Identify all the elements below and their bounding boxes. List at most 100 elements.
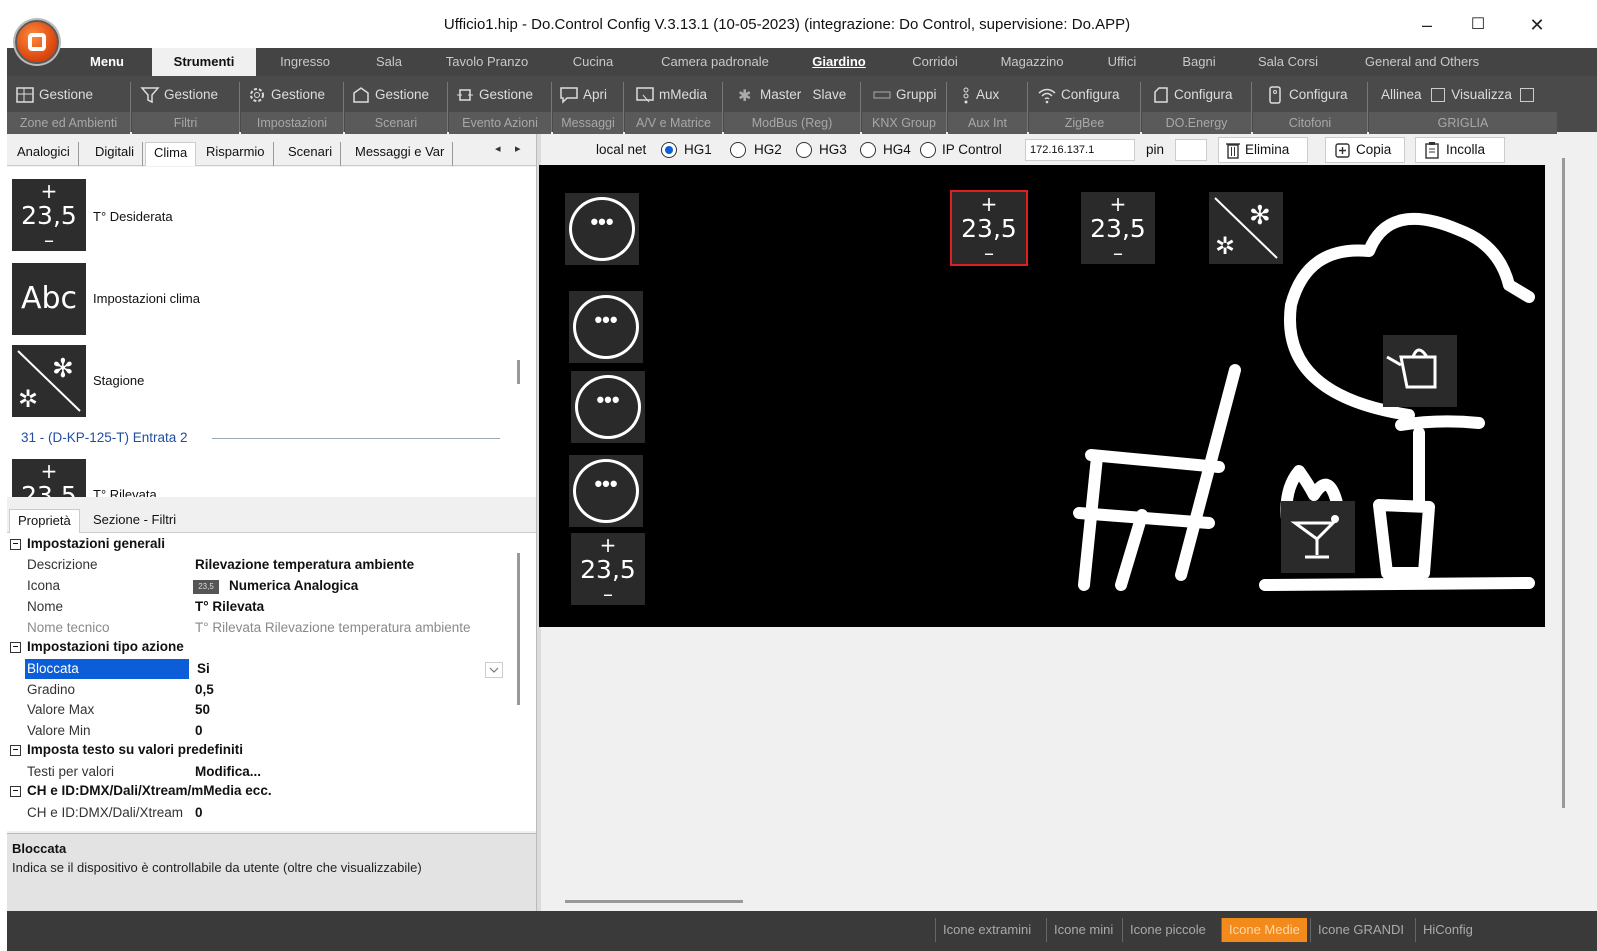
toolbar-group-citofoni[interactable]: Configura Citofoni — [1253, 82, 1368, 134]
status-icone-mini[interactable]: Icone mini — [1046, 918, 1120, 942]
toolbar-group-zone[interactable]: Gestione Zone ed Ambienti — [7, 82, 131, 134]
minimize-button[interactable]: – — [1407, 10, 1447, 40]
prop-nome-tecnico[interactable]: Nome tecnico T° Rilevata Rilevazione temp… — [7, 618, 507, 638]
menu-tab-tavolo-pranzo[interactable]: Tavolo Pranzo — [432, 48, 542, 76]
radio-hg3[interactable] — [796, 142, 812, 158]
section-general[interactable]: – Impostazioni generali — [7, 534, 507, 554]
menu-tab-uffici[interactable]: Uffici — [1092, 48, 1152, 76]
toolbar-group-evento[interactable]: Gestione Evento Azioni — [449, 82, 552, 134]
toolbar-group-griglia[interactable]: Allinea Visualizza GRIGLIA — [1369, 82, 1557, 134]
tab-risparmio[interactable]: Risparmio — [198, 142, 274, 166]
canvas-temp-tile[interactable]: + 23,5 – — [571, 533, 645, 605]
allinea-checkbox[interactable] — [1431, 88, 1446, 103]
menu-tab-ingresso[interactable]: Ingresso — [265, 48, 345, 76]
prop-ch-id[interactable]: CH e ID:DMX/Dali/Xtream 0 — [7, 803, 507, 823]
canvas-dots-button[interactable]: ••• — [571, 371, 645, 443]
tab-messaggi-var[interactable]: Messaggi e Var — [347, 142, 454, 166]
toolbar-group-filtri[interactable]: Gestione Filtri — [132, 82, 240, 134]
canvas-dots-button[interactable]: ••• — [565, 193, 639, 265]
menu-tab-magazzino[interactable]: Magazzino — [987, 48, 1077, 76]
status-icone-medie[interactable]: Icone Medie — [1221, 918, 1307, 942]
prop-nome[interactable]: Nome T° Rilevata — [7, 597, 507, 617]
toolbar-group-knx[interactable]: Gruppi KNX Group — [862, 82, 947, 134]
canvas-vscrollbar[interactable] — [1562, 158, 1565, 808]
watering-can-icon[interactable] — [1383, 335, 1457, 407]
visualizza-checkbox[interactable] — [1519, 88, 1534, 103]
palette-scrollbar[interactable] — [517, 360, 520, 384]
toolbar-group-modbus[interactable]: ✱ Master Slave ModBus (Reg) — [724, 82, 861, 134]
menu-tab-strumenti[interactable]: Strumenti — [152, 48, 256, 78]
season-icon[interactable]: ✻ ✲ — [1209, 192, 1283, 264]
toolbar-allinea[interactable]: Allinea — [1381, 87, 1422, 102]
menu-tab-corridoi[interactable]: Corridoi — [895, 48, 975, 76]
menu-tab-cucina[interactable]: Cucina — [557, 48, 629, 76]
canvas-dots-button[interactable]: ••• — [569, 455, 643, 527]
menu-tab-bagni[interactable]: Bagni — [1167, 48, 1231, 76]
prop-valore-max[interactable]: Valore Max 50 — [7, 700, 507, 720]
tab-scroll-right-icon[interactable]: ▸ — [515, 142, 521, 155]
tab-scroll-left-icon[interactable]: ◂ — [495, 142, 501, 155]
radio-hg4[interactable] — [860, 142, 876, 158]
canvas-dots-button[interactable]: ••• — [569, 291, 643, 363]
season-icon[interactable]: ✻ ✲ — [12, 345, 86, 417]
more-icon: ••• — [569, 197, 635, 261]
radio-hg1[interactable] — [661, 142, 677, 158]
icon-tile-measured-temp[interactable]: + 23,5 — [12, 459, 86, 497]
tab-clima[interactable]: Clima — [145, 142, 197, 166]
icon-tile-desired-temp[interactable]: + 23,5 – — [12, 179, 86, 251]
canvas-temp-tile[interactable]: + 23,5 – — [1081, 192, 1155, 264]
property-scrollbar[interactable] — [517, 553, 520, 705]
prop-descrizione[interactable]: Descrizione Rilevazione temperatura ambie… — [7, 555, 507, 575]
canvas-hscrollbar[interactable] — [565, 900, 743, 903]
canvas-temp-tile-selected[interactable]: + 23,5 – — [950, 190, 1028, 266]
prop-bloccata[interactable]: Bloccata Si — [7, 659, 507, 679]
prop-testi[interactable]: Testi per valori Modifica... — [7, 762, 507, 782]
menu-tab-camera-padronale[interactable]: Camera padronale — [645, 48, 785, 76]
close-button[interactable]: ✕ — [1517, 10, 1557, 40]
design-canvas[interactable]: ••• ••• ••• ••• + 23,5 – + 23,5 – + 23,5… — [539, 165, 1545, 627]
tab-analogici[interactable]: Analogici — [9, 142, 79, 166]
menu-tab-general-others[interactable]: General and Others — [1347, 48, 1497, 76]
status-icone-piccole[interactable]: Icone piccole — [1122, 918, 1213, 942]
toolbar-griglia-caption: GRIGLIA — [1369, 112, 1557, 134]
prop-gradino[interactable]: Gradino 0,5 — [7, 680, 507, 700]
toolbar-modbus-master[interactable]: Master — [760, 87, 801, 102]
toolbar-group-aux[interactable]: Aux Aux Int — [948, 82, 1028, 134]
toolbar-group-impostazioni[interactable]: Gestione Impostazioni — [241, 82, 344, 134]
status-icone-grandi[interactable]: Icone GRANDI — [1310, 918, 1411, 942]
prop-valore-min[interactable]: Valore Min 0 — [7, 721, 507, 741]
section-ch-id[interactable]: – CH e ID:DMX/Dali/Xtream/mMedia ecc. — [7, 781, 507, 801]
toolbar-group-zigbee[interactable]: Configura ZigBee — [1029, 82, 1141, 134]
toolbar-group-scenari[interactable]: Gestione Scenari — [345, 82, 448, 134]
section-preset-text[interactable]: – Imposta testo su valori predefiniti — [7, 740, 507, 760]
radio-hg2[interactable] — [730, 142, 746, 158]
chevron-down-icon[interactable] — [485, 662, 503, 678]
status-hiconfig[interactable]: HiConfig — [1415, 918, 1480, 942]
app-logo-icon[interactable] — [15, 20, 59, 64]
section-action-type[interactable]: – Impostazioni tipo azione — [7, 637, 507, 657]
copy-button[interactable]: Copia — [1325, 137, 1405, 163]
pin-field[interactable] — [1175, 139, 1207, 161]
ip-address-field[interactable]: 172.16.137.1 — [1025, 139, 1135, 161]
menu-tab-giardino[interactable]: Giardino — [799, 48, 879, 76]
toolbar-visualizza[interactable]: Visualizza — [1451, 87, 1512, 102]
menu-tab-sala-corsi[interactable]: Sala Corsi — [1243, 48, 1333, 76]
tab-scenari[interactable]: Scenari — [280, 142, 342, 166]
tab-proprieta[interactable]: Proprietà — [9, 509, 80, 533]
menu-tab-sala[interactable]: Sala — [357, 48, 421, 76]
icon-tile-abc[interactable]: Abc — [12, 263, 86, 335]
menu-tab-menu[interactable]: Menu — [71, 48, 143, 76]
toolbar-modbus-slave[interactable]: Slave — [813, 87, 847, 102]
toolbar-group-messaggi[interactable]: Apri Messaggi — [553, 82, 624, 134]
tab-digitali[interactable]: Digitali — [87, 142, 144, 166]
maximize-button[interactable]: ☐ — [1458, 10, 1498, 40]
toolbar-group-energy[interactable]: Configura DO.Energy — [1142, 82, 1252, 134]
radio-ip-control[interactable] — [920, 142, 936, 158]
status-icone-extramini[interactable]: Icone extramini — [935, 918, 1038, 942]
delete-button[interactable]: Elimina — [1218, 137, 1308, 163]
toolbar-group-mmedia[interactable]: mMedia A/V e Matrice — [625, 82, 723, 134]
paste-button[interactable]: Incolla — [1415, 137, 1505, 163]
tab-sezione-filtri[interactable]: Sezione - Filtri — [85, 509, 184, 533]
irrigation-icon[interactable] — [1281, 501, 1355, 573]
prop-icona[interactable]: Icona 23,5 Numerica Analogica — [7, 576, 507, 596]
